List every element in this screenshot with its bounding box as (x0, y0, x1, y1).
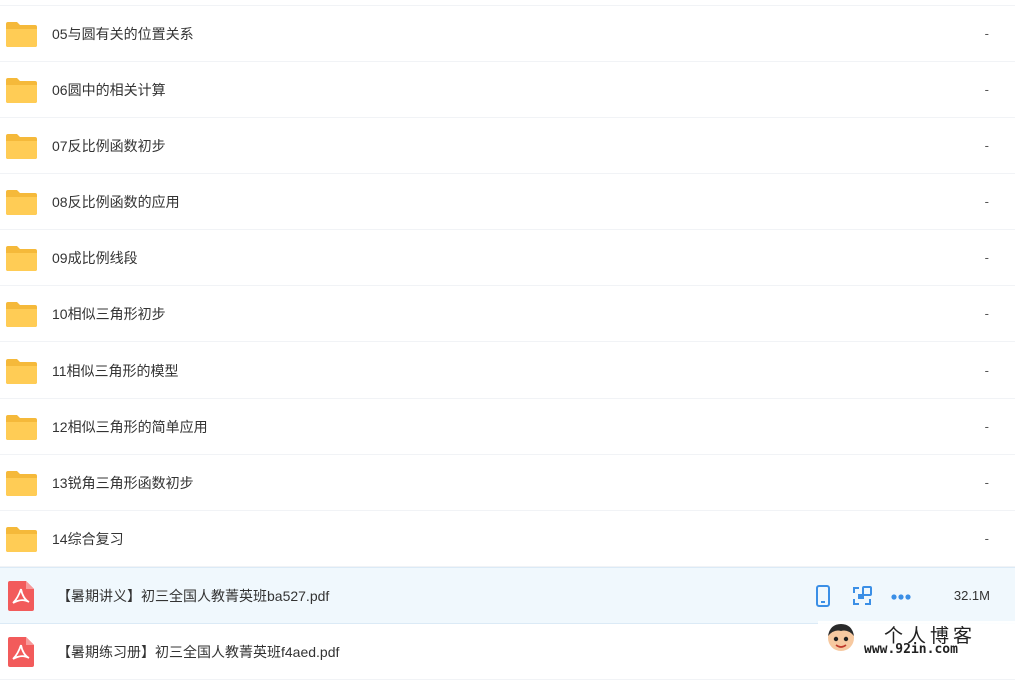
folder-icon (6, 190, 37, 215)
file-name[interactable]: 08反比例函数的应用 (52, 174, 180, 230)
file-size: - (984, 82, 989, 97)
file-name[interactable]: 05与圆有关的位置关系 (52, 6, 194, 62)
file-row[interactable]: 05与圆有关的位置关系 - (0, 6, 1015, 62)
folder-icon (6, 471, 37, 496)
file-row[interactable]: 06圆中的相关计算 - (0, 62, 1015, 118)
file-row[interactable]: 12相似三角形的简单应用 - (0, 399, 1015, 455)
folder-icon (6, 22, 37, 47)
file-row-selected[interactable]: 【暑期讲义】初三全国人教菁英班ba527.pdf 32.1M (0, 567, 1015, 624)
file-row[interactable]: 07反比例函数初步 - (0, 118, 1015, 174)
file-size: - (984, 363, 989, 378)
file-size: - (984, 138, 989, 153)
file-size: - (984, 250, 989, 265)
mascot-icon (828, 624, 854, 651)
folder-icon (6, 359, 37, 384)
file-name[interactable]: 07反比例函数初步 (52, 118, 166, 174)
file-name[interactable]: 11相似三角形的模型 (52, 343, 179, 399)
file-row[interactable]: 10相似三角形初步 - (0, 286, 1015, 342)
file-name[interactable]: 09成比例线段 (52, 230, 138, 286)
file-size: - (984, 475, 989, 490)
file-name[interactable]: 10相似三角形初步 (52, 286, 166, 342)
file-row[interactable]: 13锐角三角形函数初步 - (0, 455, 1015, 511)
folder-icon (6, 78, 37, 103)
pdf-icon (8, 581, 34, 611)
file-size: - (984, 26, 989, 41)
file-name[interactable]: 12相似三角形的简单应用 (52, 399, 208, 455)
folder-icon (6, 415, 37, 440)
folder-icon (6, 527, 37, 552)
file-name[interactable]: 【暑期练习册】初三全国人教菁英班f4aed.pdf (57, 624, 339, 680)
file-name[interactable]: 【暑期讲义】初三全国人教菁英班ba527.pdf (57, 568, 329, 624)
file-size: - (984, 419, 989, 434)
watermark: 个人博客 www.92in.com (818, 621, 1015, 661)
pdf-icon (8, 637, 34, 667)
file-size: - (984, 194, 989, 209)
file-row[interactable]: 08反比例函数的应用 - (0, 174, 1015, 230)
file-size: - (984, 531, 989, 546)
file-size: 32.1M (953, 588, 990, 603)
file-row[interactable]: 11相似三角形的模型 - (0, 343, 1015, 399)
folder-icon (6, 246, 37, 271)
file-name[interactable]: 13锐角三角形函数初步 (52, 455, 194, 511)
phone-icon[interactable] (812, 585, 834, 607)
file-name[interactable]: 14综合复习 (52, 511, 124, 567)
file-row[interactable]: 09成比例线段 - (0, 230, 1015, 286)
folder-icon (6, 134, 37, 159)
file-name[interactable]: 06圆中的相关计算 (52, 62, 166, 118)
watermark-url: www.92in.com (864, 642, 958, 657)
share-icon[interactable] (851, 585, 873, 607)
file-size: - (984, 306, 989, 321)
file-row[interactable]: 14综合复习 - (0, 511, 1015, 567)
folder-icon (6, 302, 37, 327)
